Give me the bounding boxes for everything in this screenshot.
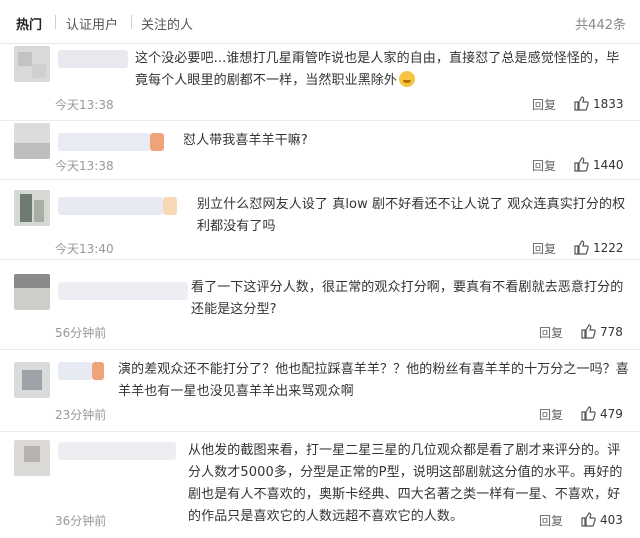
thumbs-up-icon[interactable] [573,239,589,255]
comment-item: 别立什么怼网友人设了 真low 剧不好看还不让人说了 观众连真实打分的权利都没有… [0,180,640,260]
user-badge-blurred [163,197,177,215]
comment-text: 看了一下这评分人数，很正常的观众打分啊，要真有不看剧就去恶意打分的还能是这分型? [191,280,624,317]
user-badge-blurred [92,362,104,380]
comment-item: 从他发的截图来看，打一星二星三星的几位观众都是看了剧才来评分的。评分人数才500… [0,432,640,538]
like-count: 778 [600,325,623,339]
comment-text: 这个没必要吧...谁想打几星甭管咋说也是人家的自由，直接怼了总是感觉怪怪的，毕竟… [135,51,620,88]
username-blurred[interactable] [58,50,128,68]
avatar[interactable] [14,123,50,159]
comment-time: 56分钟前 [55,326,107,340]
like-count: 403 [600,513,623,527]
comment-item: 演的差观众还不能打分了？他也配拉踩喜羊羊？？他的粉丝有喜羊羊的十万分之一吗？喜羊… [0,350,640,432]
avatar[interactable] [14,440,50,476]
username-blurred[interactable] [58,197,163,215]
avatar[interactable] [14,362,50,398]
avatar[interactable] [14,46,50,82]
tab-divider [131,15,132,29]
username-blurred[interactable] [58,282,188,300]
thumbs-up-icon[interactable] [573,156,589,172]
tab-hot[interactable]: 热门 [16,14,42,33]
avatar[interactable] [14,190,50,226]
reply-button[interactable]: 回复 [539,512,563,529]
reply-button[interactable]: 回复 [532,157,556,174]
comment-time: 今天13:38 [55,159,114,173]
like-count: 1833 [593,97,624,111]
comment-time: 今天13:38 [55,98,114,112]
username-blurred[interactable] [58,133,150,151]
thumbs-up-icon[interactable] [580,405,596,421]
reply-button[interactable]: 回复 [539,406,563,423]
username-blurred[interactable] [58,362,92,380]
laughing-crying-emoji-icon [399,71,416,87]
tab-following[interactable]: 关注的人 [141,14,193,33]
tab-divider [55,15,56,29]
thumbs-up-icon[interactable] [580,323,596,339]
reply-button[interactable]: 回复 [539,324,563,341]
comment-time: 36分钟前 [55,514,107,528]
comment-item: 怼人带我喜羊羊干嘛? 今天13:38 回复 1440 [0,121,640,180]
comment-filter-tabs: 热门 认证用户 关注的人 共442条 [0,0,640,44]
comment-text: 别立什么怼网友人设了 真low 剧不好看还不让人说了 观众连真实打分的权利都没有… [197,197,626,234]
comment-text: 怼人带我喜羊羊干嘛? [183,133,308,148]
like-count: 1440 [593,158,624,172]
thumbs-up-icon[interactable] [580,511,596,527]
username-blurred[interactable] [58,442,176,460]
like-count: 1222 [593,241,624,255]
comment-time: 23分钟前 [55,408,107,422]
comment-total-count: 共442条 [575,18,626,33]
avatar[interactable] [14,274,50,310]
comment-item: 这个没必要吧...谁想打几星甭管咋说也是人家的自由，直接怼了总是感觉怪怪的，毕竟… [0,44,640,121]
comment-text: 从他发的截图来看，打一星二星三星的几位观众都是看了剧才来评分的。评分人数才500… [188,443,623,524]
reply-button[interactable]: 回复 [532,96,556,113]
like-count: 479 [600,407,623,421]
comment-text: 演的差观众还不能打分了？他也配拉踩喜羊羊？？他的粉丝有喜羊羊的十万分之一吗？喜羊… [118,362,629,399]
user-badge-blurred [150,133,164,151]
comment-time: 今天13:40 [55,242,114,256]
tab-verified-users[interactable]: 认证用户 [66,14,118,33]
reply-button[interactable]: 回复 [532,240,556,257]
thumbs-up-icon[interactable] [573,95,589,111]
comment-item: 看了一下这评分人数，很正常的观众打分啊，要真有不看剧就去恶意打分的还能是这分型?… [0,260,640,350]
